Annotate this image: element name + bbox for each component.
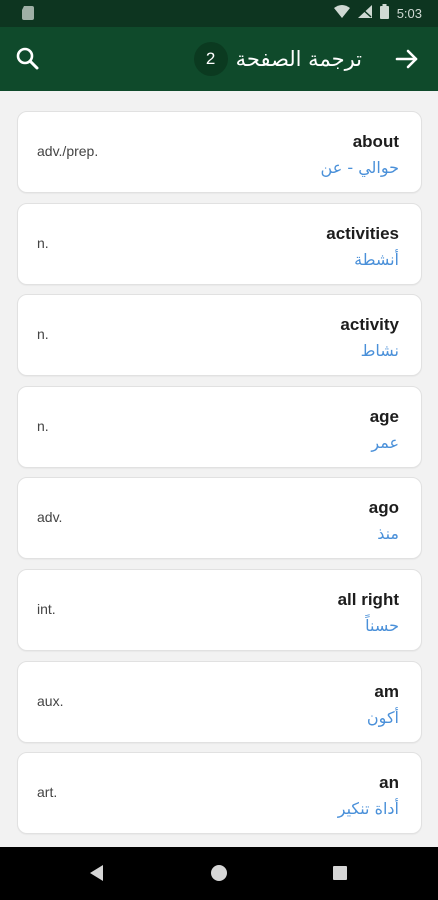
- nav-recents-icon[interactable]: [333, 866, 347, 880]
- word-card-age[interactable]: n. age عمر: [17, 385, 422, 468]
- page-number-badge: 2: [193, 42, 228, 76]
- part-of-speech: n.: [37, 417, 49, 434]
- word-translation: عمر: [371, 432, 399, 452]
- word-list: adv./prep. about حوالي - عن n. activitie…: [17, 111, 422, 844]
- part-of-speech: art.: [37, 784, 58, 801]
- word-card-about[interactable]: adv./prep. about حوالي - عن: [17, 111, 422, 193]
- word-card-ago[interactable]: adv. ago منذ: [17, 477, 422, 560]
- part-of-speech: n.: [37, 234, 49, 251]
- word-card-all-right[interactable]: int. all right حسناً: [17, 568, 422, 651]
- word-card-am[interactable]: aux. am أكون: [17, 660, 422, 743]
- sd-card-icon: [22, 6, 34, 23]
- battery-icon: [379, 4, 389, 22]
- word-translation: أداة تنكير: [337, 799, 399, 819]
- word-term: activities: [326, 223, 399, 243]
- part-of-speech: aux.: [37, 692, 64, 709]
- word-term: age: [369, 406, 399, 426]
- word-translation: منذ: [377, 524, 399, 544]
- nav-home-icon[interactable]: [211, 865, 227, 881]
- system-nav-bar: [0, 847, 438, 900]
- part-of-speech: int.: [37, 600, 56, 617]
- word-term: ago: [368, 498, 399, 518]
- word-translation: حسناً: [365, 615, 399, 635]
- title-group: 2 ترجمة الصفحة: [193, 41, 362, 77]
- word-translation: حوالي - عن: [320, 158, 399, 177]
- part-of-speech: n.: [37, 326, 49, 343]
- app-bar: 2 ترجمة الصفحة: [0, 27, 438, 91]
- word-term: all right: [337, 589, 399, 609]
- word-term: am: [374, 681, 399, 701]
- word-card-activity[interactable]: n. activity نشاط: [17, 294, 422, 377]
- status-bar: 5:03: [0, 0, 438, 27]
- wifi-icon: [333, 5, 350, 21]
- part-of-speech: adv./prep.: [37, 143, 99, 159]
- word-term: activity: [340, 315, 399, 335]
- word-translation: أكون: [366, 707, 399, 727]
- search-icon[interactable]: [14, 45, 42, 73]
- part-of-speech: adv.: [37, 509, 63, 526]
- word-term: an: [379, 773, 399, 793]
- arrow-right-icon[interactable]: [394, 45, 420, 73]
- page-title: ترجمة الصفحة: [235, 47, 362, 71]
- signal-icon: [357, 5, 372, 21]
- word-term: about: [352, 132, 399, 151]
- word-translation: أنشطة: [354, 249, 399, 269]
- word-card-an[interactable]: art. an أداة تنكير: [17, 752, 422, 835]
- status-time: 5:03: [396, 5, 422, 21]
- nav-back-icon[interactable]: [90, 865, 104, 885]
- word-card-activities[interactable]: n. activities أنشطة: [17, 202, 422, 285]
- word-translation: نشاط: [360, 341, 399, 361]
